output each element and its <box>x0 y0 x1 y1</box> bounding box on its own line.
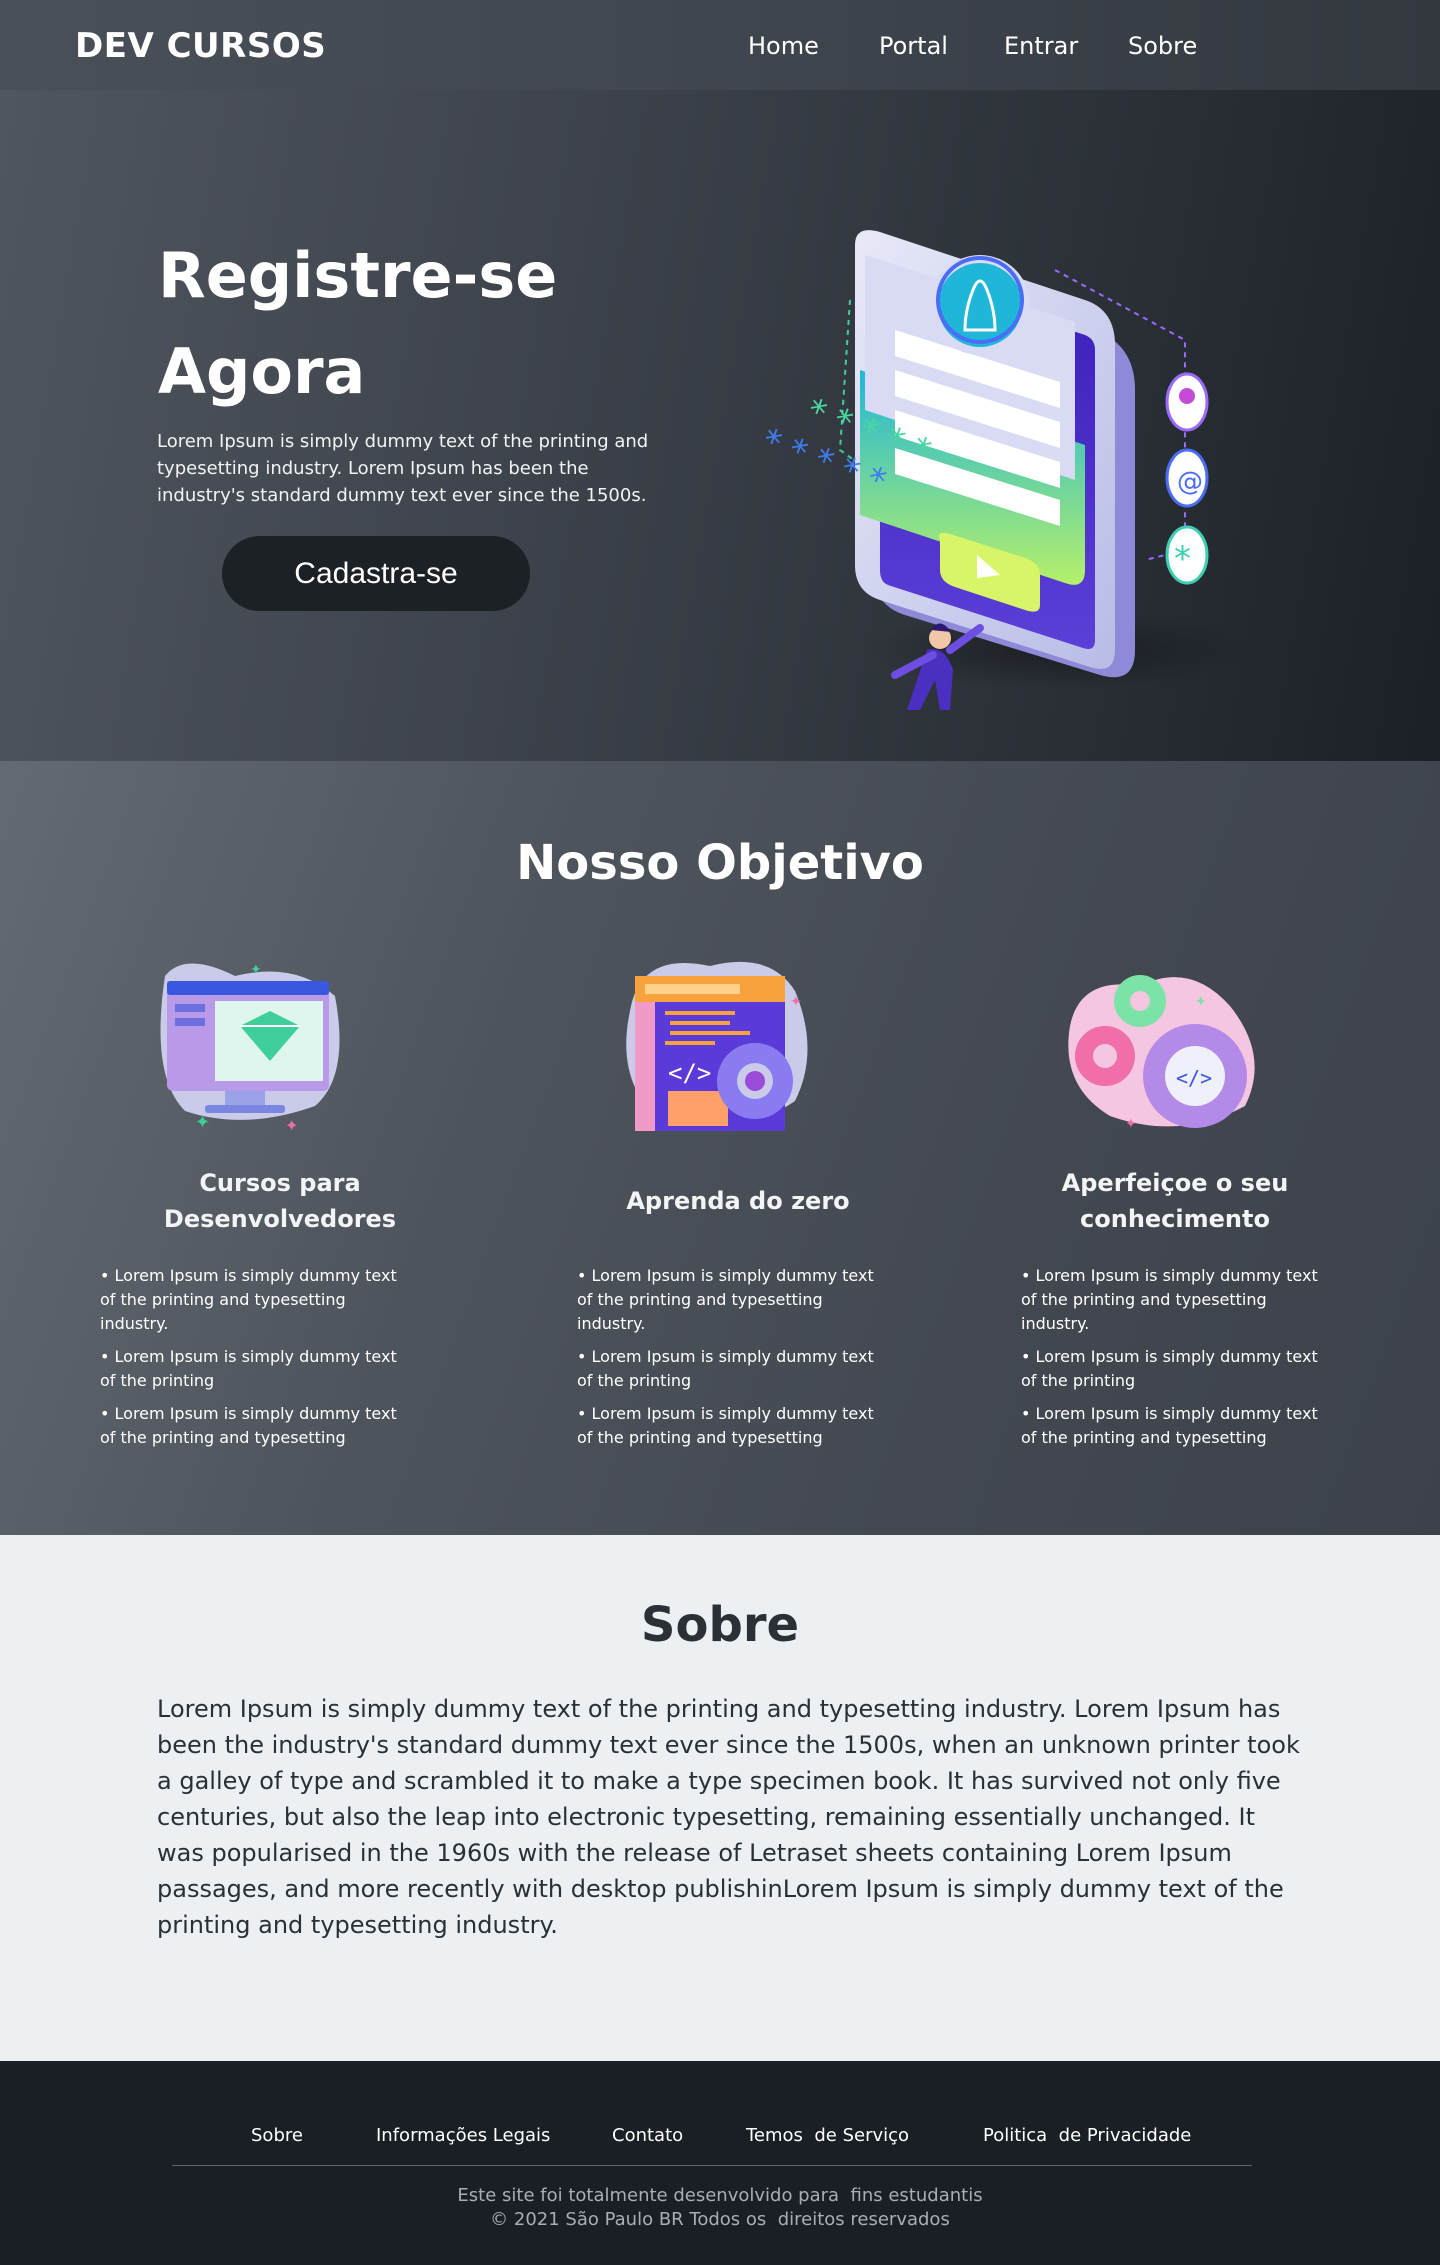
list-item: Lorem Ipsum is simply dummy text of the … <box>577 1345 877 1393</box>
card-title-aperfeicoe: Aperfeiçoe o seu conhecimento <box>1061 1169 1289 1233</box>
nav-link-entrar[interactable]: Entrar <box>1004 32 1078 60</box>
objective-title: Nosso Objetivo <box>516 835 924 891</box>
svg-text:*: * <box>1174 539 1191 579</box>
svg-text:✦: ✦ <box>195 1112 210 1133</box>
list-item: Lorem Ipsum is simply dummy text of the … <box>1021 1402 1321 1450</box>
footer-link-termos[interactable]: Temos de Serviço <box>746 2125 909 2146</box>
svg-text:</>: </> <box>1176 1066 1212 1090</box>
monitor-diamond-icon: ✦ ✦ ✦ <box>145 956 345 1146</box>
hero-title-line1: Registre-se <box>158 239 558 312</box>
svg-text:@: @ <box>1177 467 1203 497</box>
footer-note: Este site foi totalmente desenvolvido pa… <box>457 2185 983 2206</box>
hero-title: Registre-se Agora <box>158 228 658 420</box>
footer-link-sobre[interactable]: Sobre <box>251 2125 303 2146</box>
gears-code-icon: </> ✦ ✦ <box>1060 956 1260 1146</box>
footer: Sobre Informações Legais Contato Temos d… <box>0 2061 1440 2265</box>
card-bullets-cursos: Lorem Ipsum is simply dummy text of the … <box>100 1264 400 1459</box>
hero-title-line2: Agora <box>158 335 366 408</box>
about-text: Lorem Ipsum is simply dummy text of the … <box>157 1695 1300 1939</box>
hero-description: Lorem Ipsum is simply dummy text of the … <box>157 431 649 506</box>
card-bullets-aprenda: Lorem Ipsum is simply dummy text of the … <box>577 1264 877 1459</box>
list-item: Lorem Ipsum is simply dummy text of the … <box>1021 1345 1321 1393</box>
list-item: Lorem Ipsum is simply dummy text of the … <box>100 1264 400 1336</box>
list-item: Lorem Ipsum is simply dummy text of the … <box>577 1402 877 1450</box>
footer-link-informacoes-legais[interactable]: Informações Legais <box>376 2125 550 2146</box>
about-title: Sobre <box>640 1597 800 1653</box>
list-item: Lorem Ipsum is simply dummy text of the … <box>100 1345 400 1393</box>
svg-text:✦: ✦ <box>1195 994 1207 1010</box>
footer-link-privacidade[interactable]: Politica de Privacidade <box>983 2125 1191 2146</box>
nav-link-sobre[interactable]: Sobre <box>1128 32 1197 60</box>
svg-text:✦: ✦ <box>790 994 802 1010</box>
footer-link-contato[interactable]: Contato <box>612 2125 683 2146</box>
list-item: Lorem Ipsum is simply dummy text of the … <box>100 1402 400 1450</box>
nav-link-portal[interactable]: Portal <box>879 32 948 60</box>
card-title-aprenda: Aprenda do zero <box>626 1187 850 1215</box>
about-section: Sobre Lorem Ipsum is simply dummy text o… <box>0 1535 1440 2061</box>
top-navbar: DEV CURSOS Home Portal Entrar Sobre <box>0 0 1440 90</box>
list-item: Lorem Ipsum is simply dummy text of the … <box>577 1264 877 1336</box>
svg-text:</>: </> <box>668 1059 711 1087</box>
footer-copyright: © 2021 São Paulo BR Todos os direitos re… <box>490 2209 950 2230</box>
svg-text:✦: ✦ <box>1125 1116 1137 1132</box>
brand-logo[interactable]: DEV CURSOS <box>75 26 326 66</box>
svg-text:✦: ✦ <box>285 1116 298 1135</box>
list-item: Lorem Ipsum is simply dummy text of the … <box>1021 1264 1321 1336</box>
phone-signup-illustration: @ * * * * * * * * * * * <box>755 150 1275 710</box>
footer-divider <box>172 2165 1252 2166</box>
card-title-cursos: Cursos para Desenvolvedores <box>163 1169 397 1233</box>
objective-section: Nosso Objetivo ✦ ✦ ✦ Cursos para Desenvo… <box>0 761 1440 1535</box>
code-window-gear-icon: </> ✦ <box>620 951 820 1141</box>
nav-link-home[interactable]: Home <box>748 32 819 60</box>
hero-section: Registre-se Agora Lorem Ipsum is simply … <box>0 90 1440 761</box>
svg-text:✦: ✦ <box>250 962 262 978</box>
register-button[interactable]: Cadastra-se <box>222 536 530 611</box>
card-bullets-aperfeicoe: Lorem Ipsum is simply dummy text of the … <box>1021 1264 1321 1459</box>
